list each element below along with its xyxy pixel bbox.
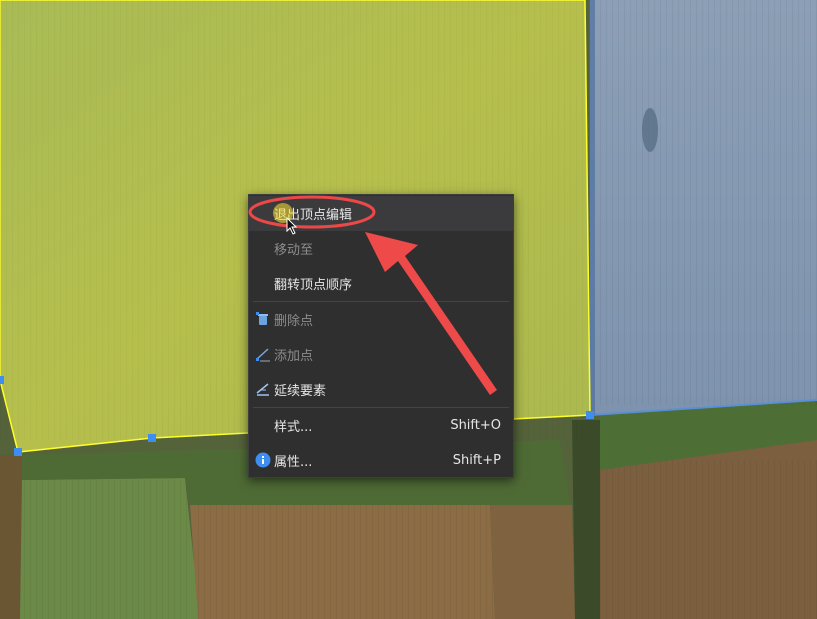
menu-item-exit-vertex-edit[interactable]: 退出顶点编辑 <box>249 196 513 231</box>
strip-dark <box>572 420 600 619</box>
info-icon <box>255 452 271 468</box>
menu-item-continue-feature[interactable]: 延续要素 <box>249 372 513 407</box>
field-bottom-left <box>0 455 22 619</box>
menu-item-reverse-vertex-order[interactable]: 翻转顶点顺序 <box>249 266 513 301</box>
vertex-handle[interactable] <box>586 411 594 419</box>
blue-field-dark-spot <box>642 108 658 152</box>
blue-field-stripes <box>598 0 817 405</box>
field-bottom-stripes-c <box>600 460 817 619</box>
menu-item-delete-vertex[interactable]: 删除点 <box>249 302 513 337</box>
menu-item-label: 延续要素 <box>274 384 327 399</box>
menu-item-label: 删除点 <box>274 314 314 329</box>
delete-vertex-icon <box>255 311 271 327</box>
continue-feature-icon <box>255 381 271 397</box>
menu-item-properties[interactable]: 属性... Shift+P <box>249 443 513 478</box>
field-bottom-stripes-b <box>195 505 495 619</box>
menu-item-label: 移动至 <box>274 243 314 258</box>
menu-item-label: 添加点 <box>274 349 314 364</box>
vertex-handle[interactable] <box>14 448 22 456</box>
vertex-handle[interactable] <box>0 376 4 384</box>
menu-item-shortcut: Shift+P <box>452 453 501 468</box>
vertex-context-menu: 退出顶点编辑 移动至 翻转顶点顺序 删除点 添加点 延续要素 样式... Shi… <box>248 194 514 478</box>
menu-item-shortcut: Shift+O <box>450 418 501 433</box>
menu-item-move-to[interactable]: 移动至 <box>249 231 513 266</box>
vertex-handle[interactable] <box>148 434 156 442</box>
add-vertex-icon <box>255 346 271 362</box>
menu-item-label: 样式... <box>274 420 313 435</box>
menu-item-label: 翻转顶点顺序 <box>274 278 353 293</box>
field-bottom-stripes-a <box>22 480 192 619</box>
menu-item-style[interactable]: 样式... Shift+O <box>249 408 513 443</box>
menu-item-label: 退出顶点编辑 <box>274 208 353 223</box>
menu-item-label: 属性... <box>274 455 313 470</box>
field-bottom-brown-b <box>490 505 575 619</box>
menu-item-add-vertex[interactable]: 添加点 <box>249 337 513 372</box>
